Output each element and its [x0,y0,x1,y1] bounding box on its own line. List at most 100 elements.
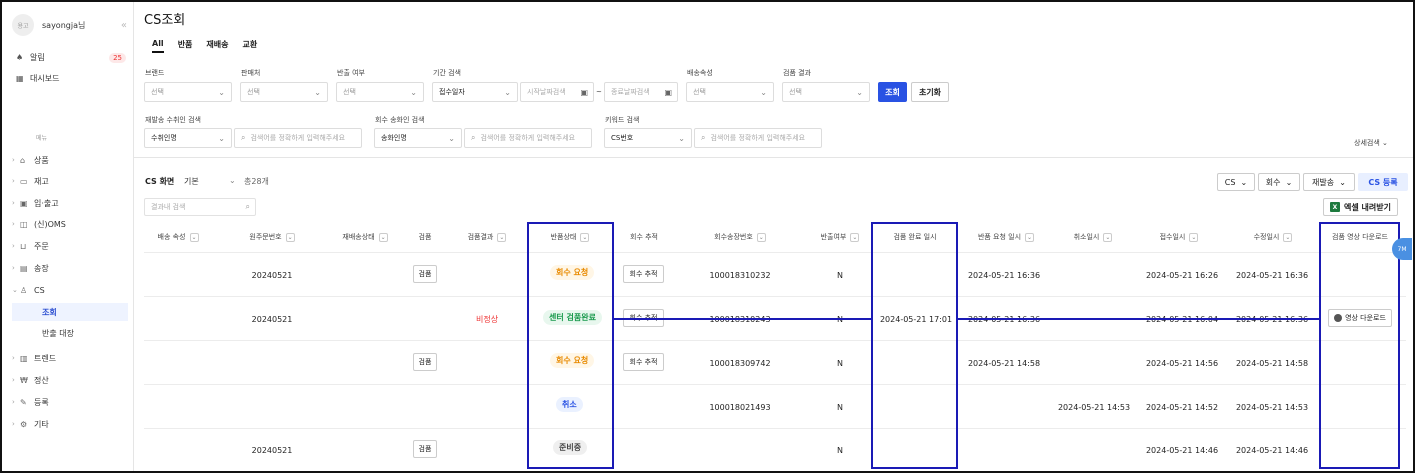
sidebar-item-order[interactable]: › ⊔ 주문 [12,238,128,254]
col-received-time[interactable]: 접수일시 ⌄ [1138,226,1220,248]
period-type-select[interactable]: 접수일자 ⌄ [432,82,518,102]
filter-icon[interactable]: ⌄ [1103,232,1113,242]
sidebar-item-inout[interactable]: › ▣ 입·출고 [12,195,128,211]
sidebar-item-oms[interactable]: › ◫ (신)OMS [12,216,128,232]
warehouse-icon: ▭ [20,176,28,186]
filter-icon[interactable]: ⌄ [850,232,860,242]
filter-icon[interactable]: ⌄ [1025,232,1035,242]
screen-chevron[interactable]: ⌄ [229,176,236,185]
col-cancel-time[interactable]: 취소일시 ⌄ [1058,226,1128,248]
seller-select[interactable]: 선택 ⌄ [240,82,328,102]
sidebar-item-trend[interactable]: › ▥ 트렌드 [12,350,128,366]
avatar[interactable]: 용고 [12,14,34,36]
inbox-icon: ▣ [20,198,28,208]
sidebar-item-product[interactable]: › ⌂ 상품 [12,152,128,168]
col-recover-invoice[interactable]: 회수송장번호 ⌄ [690,226,790,248]
tab-all[interactable]: All [152,39,164,53]
date-separator: ~ [596,88,602,96]
resend-type-select[interactable]: 재발송 ⌄ [1303,173,1355,191]
tab-return[interactable]: 반품 [178,39,193,53]
search-icon[interactable]: ⌕ [246,202,250,212]
filter-icon[interactable]: ⌄ [378,232,388,242]
release-select[interactable]: 선택 ⌄ [336,82,424,102]
inner-search-input[interactable]: 결과내 검색 ⌕ [144,198,256,216]
release-cell: N [837,402,843,412]
inspect-select[interactable]: 선택 ⌄ [782,82,870,102]
sidebar-item-dashboard[interactable]: ▦ 대시보드 [16,73,128,84]
search-button[interactable]: 조회 [878,82,907,102]
sidebar-item-invoice[interactable]: › ▤ 송장 [12,260,128,276]
cs-type-value: CS [1224,177,1236,187]
col-order-no[interactable]: 원주문번호 ⌄ [222,226,322,248]
period-label: 기간 검색 [433,69,461,77]
recover-field-select[interactable]: 송화인명 ⌄ [374,128,462,148]
calendar-icon[interactable]: ▣ [580,88,588,97]
sidebar-item-cs[interactable]: ⌄ ♙ CS [12,282,128,298]
cs-type-select[interactable]: CS ⌄ [1217,173,1255,191]
brand-select[interactable]: 선택 ⌄ [144,82,232,102]
recover-track-button[interactable]: 회수 추적 [623,265,664,283]
sidebar-item-alarm[interactable]: ♠ 알림 25 [16,52,128,63]
search-icon: ⌕ [241,133,246,142]
cs-register-button[interactable]: CS 등록 [1358,173,1408,191]
tab-exchange[interactable]: 교환 [243,39,258,53]
inspect-button[interactable]: 검품 [413,353,437,371]
col-resend-status[interactable]: 재배송상태 ⌄ [325,226,405,248]
ship-attr-select[interactable]: 선택 ⌄ [686,82,774,102]
invoice-icon: ▤ [20,263,28,273]
sidebar-subitem-release-ledger[interactable]: 반출 대장 [12,324,128,342]
resend-type-value: 재발송 [1312,177,1335,187]
screen-view-select[interactable]: 기본 [184,176,199,187]
col-modified-time[interactable]: 수정일시 ⌄ [1226,226,1320,248]
sidebar-item-label: 상품 [34,155,49,165]
col-ship-attr[interactable]: 배송 속성 ⌄ [144,226,212,248]
keyword-field-select[interactable]: CS번호 ⌄ [604,128,692,148]
received-time-cell: 2024-05-21 14:56 [1145,358,1219,368]
recover-search-input[interactable]: ⌕ 검색어를 정확하게 입력해주세요 [464,128,592,148]
release-cell: N [837,270,843,280]
chevron-right-icon: › [12,264,15,272]
sidebar-item-settlement[interactable]: › ₩ 정산 [12,372,128,388]
search-icon: ⌕ [471,133,476,142]
oms-icon: ◫ [20,219,28,229]
chevron-down-icon: ⌄ [504,87,511,97]
inspect-button[interactable]: 검품 [413,440,437,458]
total-count: 총28개 [244,177,269,186]
col-release[interactable]: 반출여부 ⌄ [808,226,872,248]
excel-download-button[interactable]: X 엑셀 내려받기 [1323,198,1398,216]
row-divider [144,384,1406,385]
brand-label: 브랜드 [145,69,165,77]
sidebar-item-label: 기타 [34,419,49,429]
screen-view-value: 기본 [184,177,199,186]
col-label: 접수일시 [1159,233,1186,241]
filter-icon[interactable]: ⌄ [189,232,199,242]
sidebar-item-register[interactable]: › ✎ 등록 [12,394,128,410]
col-inspect-result[interactable]: 검품결과 ⌄ [452,226,522,248]
sidebar-subitem-inquiry[interactable]: 조회 [12,303,128,321]
tab-resend[interactable]: 재배송 [206,39,228,53]
resend-search-input[interactable]: ⌕ 검색어를 정확하게 입력해주세요 [234,128,362,148]
cart-icon: ⊔ [20,241,27,251]
keyword-search-input[interactable]: ⌕ 검색어를 정확하게 입력해주세요 [694,128,822,148]
calendar-icon[interactable]: ▣ [664,88,672,97]
sidebar-item-stock[interactable]: › ▭ 재고 [12,173,128,189]
filter-icon[interactable]: ⌄ [756,232,766,242]
reset-button[interactable]: 초기화 [911,82,949,102]
recover-type-select[interactable]: 회수 ⌄ [1258,173,1300,191]
col-label: 취소일시 [1073,233,1100,241]
col-return-request[interactable]: 반품 요청 일시 ⌄ [962,226,1050,248]
start-date-input[interactable]: 시작날짜검색 ▣ [520,82,594,102]
filter-icon[interactable]: ⌄ [1189,232,1199,242]
inspect-button[interactable]: 검품 [413,265,437,283]
filter-icon[interactable]: ⌄ [1283,232,1293,242]
resend-field-select[interactable]: 수취인명 ⌄ [144,128,232,148]
filter-icon[interactable]: ⌄ [285,232,295,242]
sidebar-item-label: 정산 [34,375,49,385]
floating-help-button[interactable]: 7M [1392,238,1412,260]
recover-track-button[interactable]: 회수 추적 [623,353,664,371]
filter-icon[interactable]: ⌄ [497,232,507,242]
collapse-sidebar-icon[interactable]: « [121,20,127,31]
detail-search-toggle[interactable]: 상세검색 ⌄ [1354,138,1388,148]
end-date-input[interactable]: 종료날짜검색 ▣ [604,82,678,102]
sidebar-item-etc[interactable]: › ⚙ 기타 [12,416,128,432]
